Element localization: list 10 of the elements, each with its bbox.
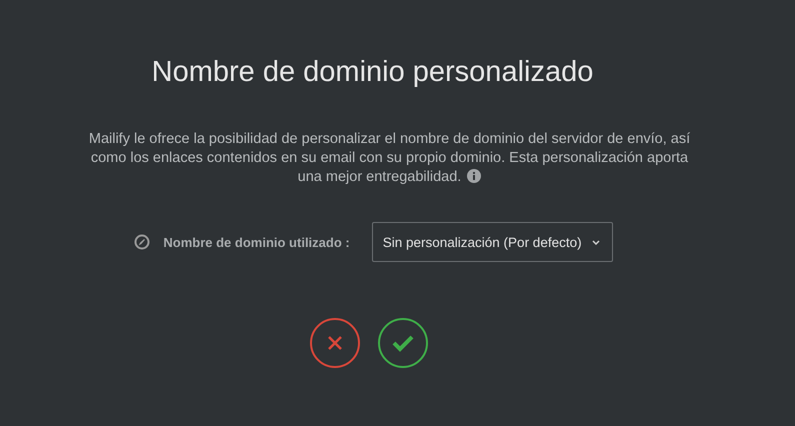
- dialog-title: Nombre de dominio personalizado: [152, 55, 594, 90]
- domain-select[interactable]: Sin personalización (Por defecto): [372, 222, 613, 262]
- description-text: Mailify le ofrece la posibilidad de personalizar el nombre de dominio del servidor de envío, así como los enlaces contenidos en su email con su propio dominio. Esta personalización aporta una mejor entregabilidad.: [88, 130, 692, 187]
- field-label: Nombre de dominio utilizado :: [163, 234, 350, 250]
- confirm-button[interactable]: [378, 318, 428, 368]
- cancel-button[interactable]: [310, 318, 360, 368]
- close-icon: [326, 335, 342, 351]
- info-icon: [467, 169, 482, 183]
- caret-icon: [592, 240, 600, 244]
- checkmark-icon: [392, 334, 414, 352]
